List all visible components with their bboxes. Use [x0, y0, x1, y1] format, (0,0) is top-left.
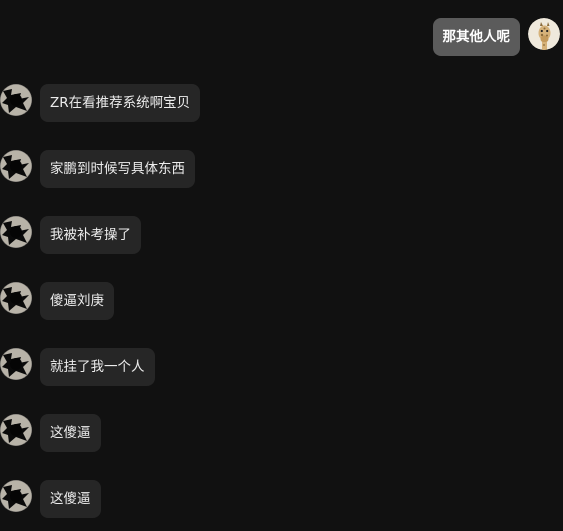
message-bubble[interactable]: 我被补考操了	[40, 216, 141, 254]
message-row-incoming: 家鹏到时候写具体东西	[0, 150, 563, 190]
chat-message-list[interactable]: 那其他人呢 ZR在看推荐系统啊宝贝 家鹏到时候写具体东西 我被补考操了 傻逼刘庚…	[0, 0, 563, 531]
message-bubble[interactable]: 那其他人呢	[432, 18, 520, 56]
dark-figure-avatar[interactable]	[0, 84, 32, 116]
dark-figure-avatar[interactable]	[0, 480, 32, 512]
message-row-incoming: 我被补考操了	[0, 216, 563, 256]
message-bubble[interactable]: 家鹏到时候写具体东西	[40, 150, 195, 188]
message-bubble[interactable]: 就挂了我一个人	[40, 348, 155, 386]
dark-figure-avatar[interactable]	[0, 282, 32, 314]
dark-figure-avatar[interactable]	[0, 150, 32, 182]
message-bubble[interactable]: 这傻逼	[40, 414, 101, 452]
dark-figure-avatar[interactable]	[0, 348, 32, 380]
message-row-incoming: 就挂了我一个人	[0, 348, 563, 388]
dark-figure-avatar[interactable]	[0, 216, 32, 248]
message-bubble[interactable]: ZR在看推荐系统啊宝贝	[40, 84, 201, 122]
message-row-outgoing: 那其他人呢	[0, 18, 563, 58]
message-row-incoming: ZR在看推荐系统啊宝贝	[0, 84, 563, 124]
message-row-incoming: 这傻逼	[0, 414, 563, 454]
message-row-incoming: 这傻逼	[0, 480, 563, 520]
dark-figure-avatar[interactable]	[0, 414, 32, 446]
message-bubble[interactable]: 这傻逼	[40, 480, 101, 518]
giraffe-avatar[interactable]	[528, 18, 560, 50]
message-row-incoming: 傻逼刘庚	[0, 282, 563, 322]
message-bubble[interactable]: 傻逼刘庚	[40, 282, 114, 320]
